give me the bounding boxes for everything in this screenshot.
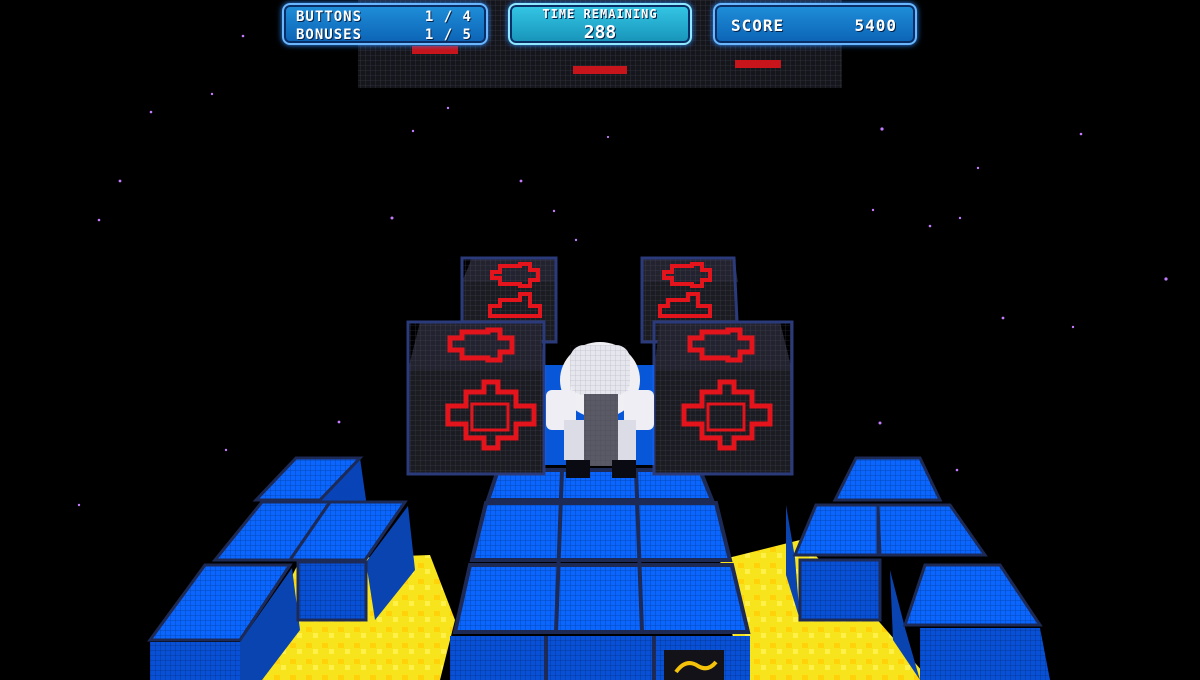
time-remaining-value: 288 [583,22,617,43]
game-scene [0,0,1200,680]
time-remaining-panel: TIME REMAINING 288 [508,3,692,45]
score-value: 5400 [854,16,897,35]
bonuses-counter: BONUSES 1 / 5 [296,27,472,43]
buttons-label: BUTTONS [296,9,363,25]
score-panel: SCORE 5400 [713,3,917,45]
center-floor [450,468,751,680]
bonuses-label: BONUSES [296,27,363,43]
buttons-value: 1 / 4 [424,9,472,25]
hazard-block-front-right [652,320,794,476]
hud-counts-panel: BUTTONS 1 / 4 BONUSES 1 / 5 [282,3,488,45]
bonuses-value: 1 / 5 [424,27,472,43]
score-label: SCORE [731,16,785,35]
time-remaining-label: TIME REMAINING [542,7,658,21]
buttons-counter: BUTTONS 1 / 4 [296,9,472,25]
hazard-block-front-left [406,320,546,476]
